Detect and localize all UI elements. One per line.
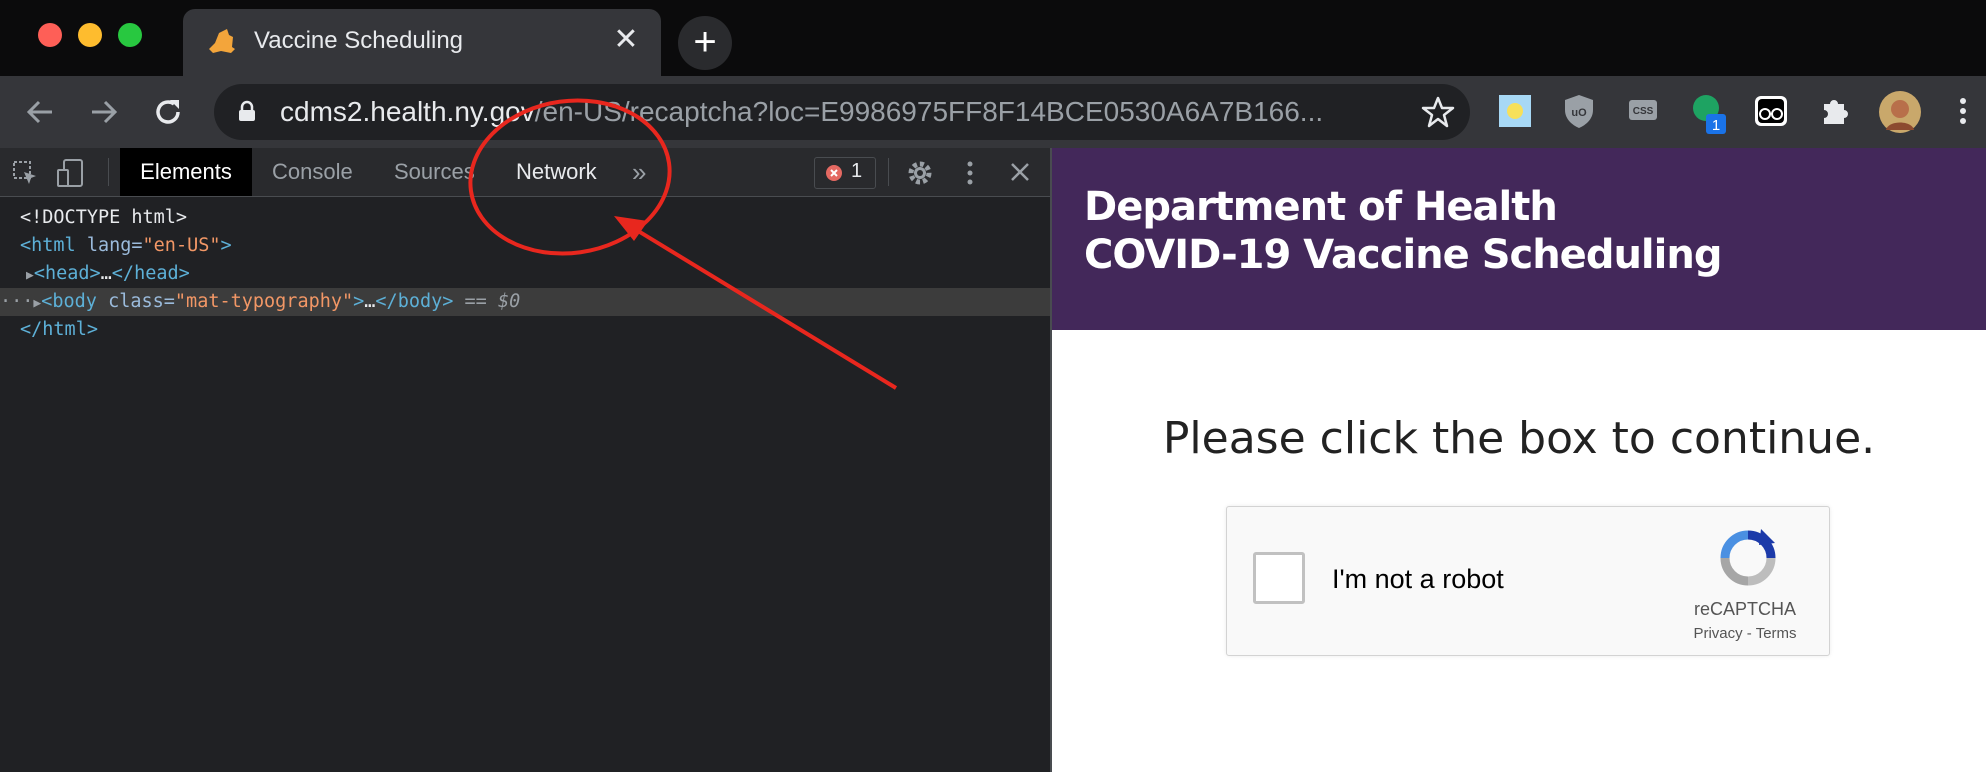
- link-separator: -: [1742, 625, 1756, 642]
- svg-text:CSS: CSS: [1633, 106, 1654, 117]
- tab-title: Vaccine Scheduling: [254, 27, 464, 54]
- devtools-close-icon[interactable]: [1008, 160, 1032, 184]
- window-minimize-button[interactable]: [78, 23, 102, 47]
- toolbar-divider: [108, 158, 109, 186]
- dom-html-lang-value: "en-US": [142, 235, 221, 256]
- new-tab-button[interactable]: +: [678, 16, 732, 70]
- tab-sources[interactable]: Sources: [394, 148, 475, 196]
- selected-node-marker: == $0: [464, 291, 521, 312]
- dom-html-close-line[interactable]: </html>: [0, 316, 1050, 344]
- css-extension-icon[interactable]: CSS: [1624, 92, 1662, 130]
- dom-head-open: <head>: [33, 263, 101, 284]
- device-toolbar-icon[interactable]: [56, 158, 86, 188]
- extension-badge: 1: [1712, 117, 1720, 134]
- not-robot-label: I'm not a robot: [1332, 564, 1504, 594]
- dom-body-open: <body: [41, 291, 97, 312]
- dom-body-line-selected[interactable]: ···▶<body class="mat-typography">…</body…: [0, 288, 1050, 316]
- dom-doctype-line[interactable]: <!DOCTYPE html>: [0, 204, 1050, 232]
- forward-arrow-icon[interactable]: [84, 92, 124, 132]
- tab-strip: Vaccine Scheduling ✕ +: [0, 0, 1986, 76]
- bookmark-star-icon[interactable]: [1420, 94, 1456, 130]
- privacy-link[interactable]: Privacy: [1693, 625, 1742, 642]
- lock-icon: [239, 100, 255, 121]
- header-department: Department of Health: [1084, 184, 1558, 230]
- dom-tree: <!DOCTYPE html> <html lang="en-US"> ▶<he…: [0, 204, 1050, 344]
- site-header: Department of Health COVID-19 Vaccine Sc…: [1052, 148, 1986, 330]
- new-york-state-icon: [209, 29, 235, 53]
- dom-html-open: <html: [20, 235, 76, 256]
- devtools-panel: Elements Console Sources Network » 1 <!D…: [0, 148, 1052, 772]
- more-tabs-chevron-icon[interactable]: »: [632, 148, 646, 196]
- devtools-menu-icon[interactable]: [958, 159, 982, 187]
- dom-doctype: <!DOCTYPE html>: [20, 207, 188, 228]
- error-count: 1: [851, 160, 863, 182]
- expand-triangle-icon[interactable]: ▶: [26, 268, 34, 283]
- dom-html-close: </html>: [20, 319, 98, 340]
- weather-extension-icon[interactable]: [1496, 92, 1534, 130]
- header-title: COVID-19 Vaccine Scheduling: [1084, 232, 1722, 278]
- dom-head-line[interactable]: ▶<head>…</head>: [0, 260, 1050, 288]
- dom-html-lang-attr: lang=: [75, 235, 143, 256]
- dom-body-class-value: "mat-typography": [174, 291, 354, 312]
- recaptcha-brand: reCAPTCHA: [1693, 599, 1796, 619]
- window-zoom-button[interactable]: [118, 23, 142, 47]
- window-close-button[interactable]: [38, 23, 62, 47]
- ublock-origin-icon[interactable]: uO: [1560, 92, 1598, 130]
- recaptcha-logo-icon: [1720, 529, 1776, 586]
- address-bar[interactable]: cdms2.health.ny.gov/en-US/recaptcha?loc=…: [214, 84, 1470, 140]
- url-path: /en-US/recaptcha?loc=E9986975FF8F14BCE05…: [534, 96, 1324, 127]
- reload-icon[interactable]: [148, 92, 188, 132]
- dom-ellipsis: …: [364, 291, 376, 312]
- browser-toolbar: cdms2.health.ny.gov/en-US/recaptcha?loc=…: [0, 76, 1986, 148]
- settings-gear-icon[interactable]: [906, 159, 934, 187]
- dom-body-class-attr: class=: [96, 291, 175, 312]
- devtools-toolbar: Elements Console Sources Network » 1: [0, 148, 1050, 197]
- error-counter[interactable]: 1: [814, 157, 876, 189]
- captcha-prompt: Please click the box to continue.: [1162, 413, 1876, 464]
- dom-html-line[interactable]: <html lang="en-US">: [0, 232, 1050, 260]
- puzzle-extensions-icon[interactable]: [1816, 92, 1854, 130]
- browser-menu-icon[interactable]: [1948, 92, 1978, 130]
- toolbar-divider: [888, 158, 889, 186]
- svg-text:uO: uO: [1571, 107, 1587, 119]
- dom-head-close: </head>: [111, 263, 190, 284]
- url-host: cdms2.health.ny.gov: [280, 96, 535, 127]
- recaptcha-widget: I'm not a robot reCAPTCHA Privacy - Term…: [1226, 506, 1830, 656]
- dom-ellipsis: …: [100, 263, 112, 284]
- tab-console[interactable]: Console: [272, 148, 353, 196]
- terms-link[interactable]: Terms: [1756, 625, 1797, 642]
- tab-close-icon[interactable]: ✕: [611, 25, 641, 55]
- green-status-extension-icon[interactable]: 1: [1688, 92, 1732, 136]
- web-page: Department of Health COVID-19 Vaccine Sc…: [1052, 148, 1986, 772]
- gutter-dots: ···: [0, 291, 34, 312]
- error-icon: [826, 165, 842, 181]
- tab-network[interactable]: Network: [516, 148, 597, 196]
- tab-elements[interactable]: Elements: [120, 148, 252, 196]
- roboform-extension-icon[interactable]: [1752, 92, 1790, 130]
- back-arrow-icon[interactable]: [20, 92, 60, 132]
- not-robot-checkbox[interactable]: [1253, 552, 1305, 604]
- recaptcha-links: Privacy - Terms: [1665, 625, 1825, 642]
- browser-tab[interactable]: Vaccine Scheduling ✕: [183, 9, 661, 76]
- dom-body-close: </body>: [375, 291, 454, 312]
- profile-avatar[interactable]: [1878, 90, 1922, 134]
- inspect-element-icon[interactable]: [12, 160, 38, 186]
- url-text: cdms2.health.ny.gov/en-US/recaptcha?loc=…: [280, 96, 1323, 128]
